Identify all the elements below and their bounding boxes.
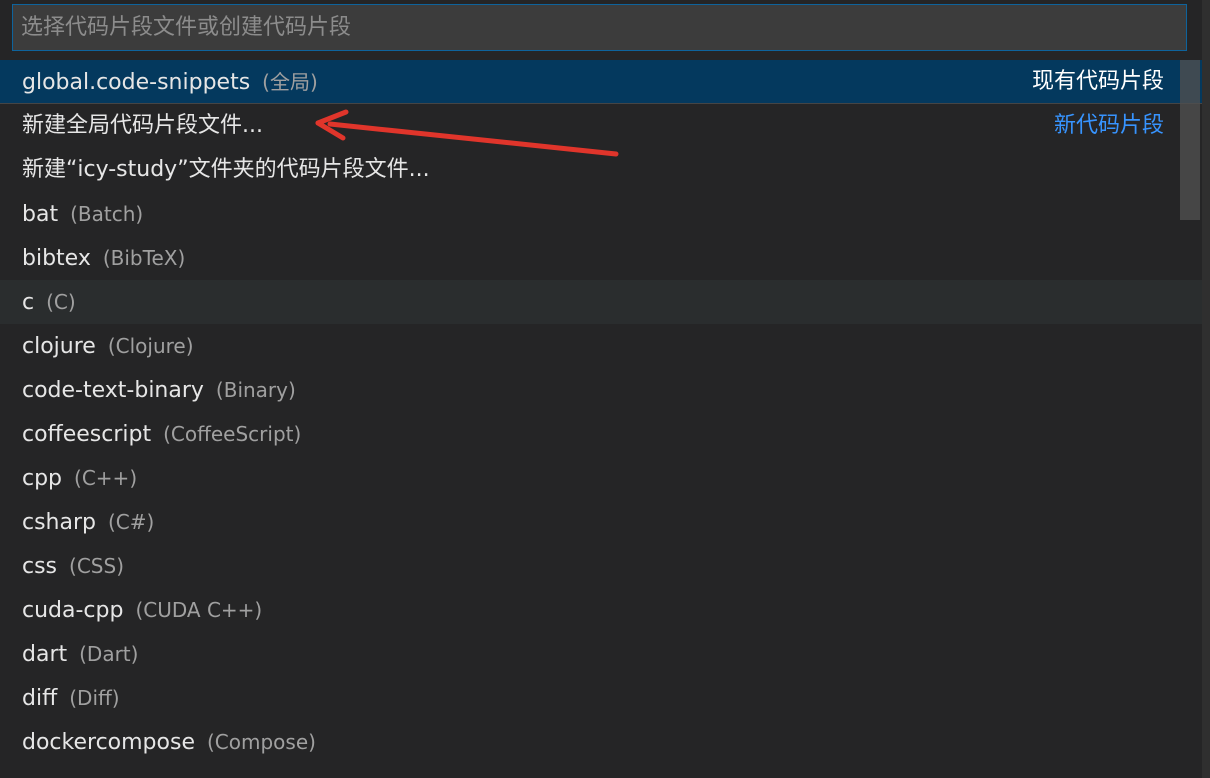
item-label: css <box>22 554 58 579</box>
list-item[interactable]: 新建全局代码片段文件... 新代码片段 <box>0 104 1202 148</box>
item-label: csharp <box>22 510 96 535</box>
item-label: c <box>22 290 35 315</box>
item-label: dockercompose <box>22 730 195 755</box>
list-item[interactable]: csharp (C#) <box>0 500 1202 544</box>
item-label: global.code-snippets <box>22 70 251 95</box>
item-description: (BibTeX) <box>102 246 186 270</box>
item-label: bibtex <box>22 246 91 271</box>
item-label: dart <box>22 642 68 667</box>
quick-pick-widget: global.code-snippets (全局) 现有代码片段 新建全局代码片段… <box>0 0 1202 778</box>
list-item[interactable]: cuda-cpp (CUDA C++) <box>0 588 1202 632</box>
item-label: cuda-cpp <box>22 598 124 623</box>
item-label: code-text-binary <box>22 378 204 403</box>
list-item[interactable]: coffeescript (CoffeeScript) <box>0 412 1202 456</box>
new-snippets-label: 新代码片段 <box>1053 113 1164 138</box>
editor-edge <box>1202 0 1210 778</box>
list-item[interactable]: css (CSS) <box>0 544 1202 588</box>
item-label: coffeescript <box>22 422 152 447</box>
item-description: (Clojure) <box>107 334 194 358</box>
list-item[interactable]: clojure (Clojure) <box>0 324 1202 368</box>
item-description: (Compose) <box>206 730 316 754</box>
item-description: (Dart) <box>79 642 139 666</box>
item-description: (Binary) <box>215 378 296 402</box>
list-item[interactable]: c (C) <box>0 280 1202 324</box>
search-box <box>12 4 1187 51</box>
item-description: (C) <box>46 290 76 314</box>
list-scrollbar[interactable] <box>1180 60 1200 220</box>
item-description: (Batch) <box>70 202 144 226</box>
item-label: 新建“icy-study”文件夹的代码片段文件... <box>22 157 430 182</box>
item-description: (CUDA C++) <box>135 598 263 622</box>
item-description: (C++) <box>74 466 138 490</box>
existing-snippets-label: 现有代码片段 <box>1031 69 1164 94</box>
list-item[interactable]: dockercompose (Compose) <box>0 720 1202 764</box>
list-item[interactable]: cpp (C++) <box>0 456 1202 500</box>
item-label: bat <box>22 202 59 227</box>
item-label: 新建全局代码片段文件... <box>22 113 263 138</box>
item-description: (Diff) <box>69 686 120 710</box>
list-item[interactable]: global.code-snippets (全局) 现有代码片段 <box>0 60 1202 104</box>
item-description: (CoffeeScript) <box>163 422 302 446</box>
list-item[interactable]: bibtex (BibTeX) <box>0 236 1202 280</box>
item-description: (全局) <box>262 70 318 94</box>
item-label: diff <box>22 686 58 711</box>
item-description: (CSS) <box>69 554 124 578</box>
list-item[interactable]: 新建“icy-study”文件夹的代码片段文件... <box>0 148 1202 192</box>
item-description: (C#) <box>108 510 155 534</box>
list-item[interactable]: diff (Diff) <box>0 676 1202 720</box>
list-item[interactable]: code-text-binary (Binary) <box>0 368 1202 412</box>
list-item[interactable]: dart (Dart) <box>0 632 1202 676</box>
item-label: clojure <box>22 334 96 359</box>
snippet-list: global.code-snippets (全局) 现有代码片段 新建全局代码片段… <box>0 60 1202 778</box>
list-item[interactable]: bat (Batch) <box>0 192 1202 236</box>
item-label: cpp <box>22 466 63 491</box>
search-input[interactable] <box>13 5 1186 50</box>
